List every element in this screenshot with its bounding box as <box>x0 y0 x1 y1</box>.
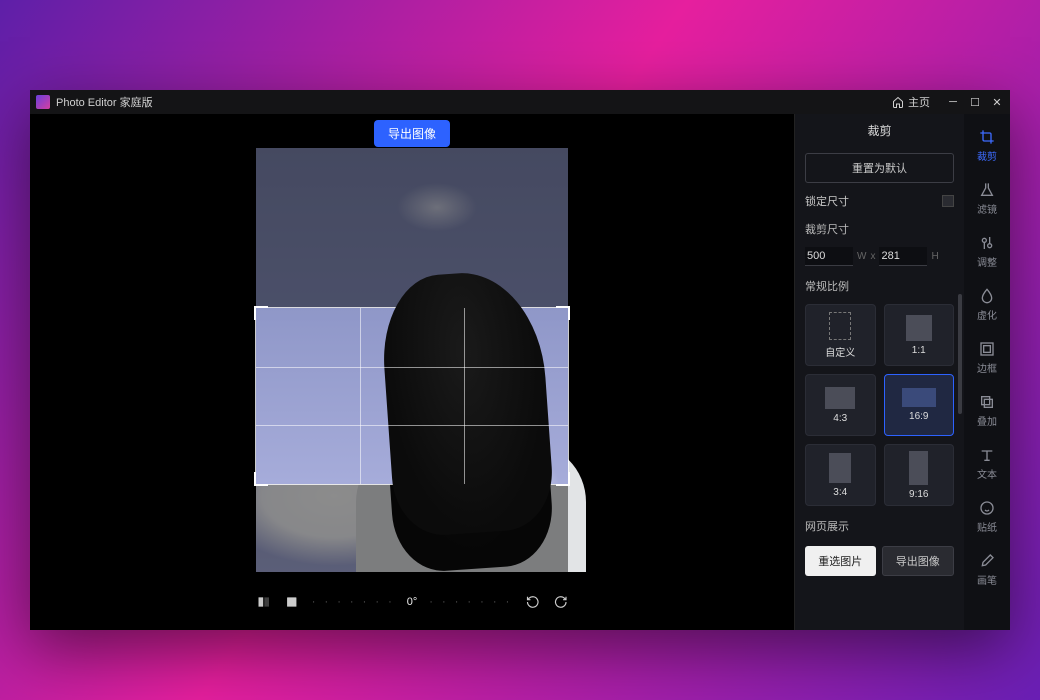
width-unit: W <box>857 251 866 262</box>
rotate-toolbar: · · · · · · · 0° · · · · · · · <box>256 594 569 610</box>
height-unit: H <box>931 251 938 262</box>
export-image-button-2[interactable]: 导出图像 <box>882 546 955 576</box>
tool-filter[interactable]: 滤镜 <box>964 177 1010 220</box>
ratio-custom[interactable]: 自定义 <box>805 304 876 366</box>
lock-size-label: 锁定尺寸 <box>805 193 849 209</box>
canvas-area: 导出图像 <box>30 114 794 630</box>
app-title: Photo Editor 家庭版 <box>56 94 153 110</box>
text-icon <box>978 446 996 464</box>
tool-overlay[interactable]: 叠加 <box>964 389 1010 432</box>
crop-handle-tl[interactable] <box>254 306 268 320</box>
crop-height-input[interactable] <box>879 247 927 266</box>
tool-text[interactable]: 文本 <box>964 442 1010 485</box>
ratio-3-4[interactable]: 3:4 <box>805 444 876 506</box>
blur-icon <box>978 287 996 305</box>
minimize-button[interactable]: ─ <box>946 96 960 109</box>
image-canvas[interactable] <box>256 148 568 572</box>
tool-sticker[interactable]: 贴纸 <box>964 495 1010 538</box>
export-image-button[interactable]: 导出图像 <box>374 120 450 147</box>
home-icon[interactable]: 主页 <box>892 94 930 110</box>
adjust-icon <box>978 234 996 252</box>
overlay-icon <box>978 393 996 411</box>
ratio-4-3[interactable]: 4:3 <box>805 374 876 436</box>
crop-size-label: 裁剪尺寸 <box>805 221 954 237</box>
frame-icon <box>978 340 996 358</box>
crop-selection[interactable] <box>256 308 568 484</box>
crop-handle-bl[interactable] <box>254 472 268 486</box>
maximize-button[interactable]: ☐ <box>968 96 982 109</box>
ratio-16-9[interactable]: 16:9 <box>884 374 955 436</box>
tool-crop[interactable]: 裁剪 <box>964 124 1010 167</box>
tool-adjust[interactable]: 调整 <box>964 230 1010 273</box>
reselect-image-button[interactable]: 重选图片 <box>805 546 876 576</box>
crop-icon <box>978 128 996 146</box>
app-window: Photo Editor 家庭版 主页 ─ ☐ ✕ 导出图像 <box>30 90 1010 630</box>
rotate-ccw-icon[interactable] <box>524 594 540 610</box>
tool-brush[interactable]: 画笔 <box>964 548 1010 591</box>
common-ratio-label: 常规比例 <box>805 278 954 294</box>
rotate-cw-icon[interactable] <box>552 594 568 610</box>
rotation-angle: 0° <box>407 596 418 608</box>
tool-frame[interactable]: 边框 <box>964 336 1010 379</box>
lock-size-checkbox[interactable] <box>942 195 954 207</box>
web-display-label: 网页展示 <box>805 518 954 534</box>
flip-vertical-icon[interactable] <box>284 594 300 610</box>
ratio-grid: 自定义 1:1 4:3 16:9 3:4 <box>805 304 954 506</box>
titlebar: Photo Editor 家庭版 主页 ─ ☐ ✕ <box>30 90 1010 114</box>
tool-sidebar: 裁剪 滤镜 调整 虚化 <box>964 114 1010 630</box>
crop-width-input[interactable] <box>805 247 853 266</box>
home-label: 主页 <box>908 94 930 110</box>
ratio-9-16[interactable]: 9:16 <box>884 444 955 506</box>
sticker-icon <box>978 499 996 517</box>
ratio-1-1[interactable]: 1:1 <box>884 304 955 366</box>
crop-handle-tr[interactable] <box>556 306 570 320</box>
panel-scrollbar[interactable] <box>958 294 962 414</box>
panel-title: 裁剪 <box>805 122 954 139</box>
tool-blur[interactable]: 虚化 <box>964 283 1010 326</box>
crop-handle-br[interactable] <box>556 472 570 486</box>
crop-properties-panel: 裁剪 重置为默认 锁定尺寸 裁剪尺寸 W x H 常规比例 自定义 <box>794 114 964 630</box>
reset-default-button[interactable]: 重置为默认 <box>805 153 954 183</box>
close-button[interactable]: ✕ <box>990 96 1004 109</box>
flip-horizontal-icon[interactable] <box>256 594 272 610</box>
filter-icon <box>978 181 996 199</box>
brush-icon <box>978 552 996 570</box>
app-logo-icon <box>36 95 50 109</box>
